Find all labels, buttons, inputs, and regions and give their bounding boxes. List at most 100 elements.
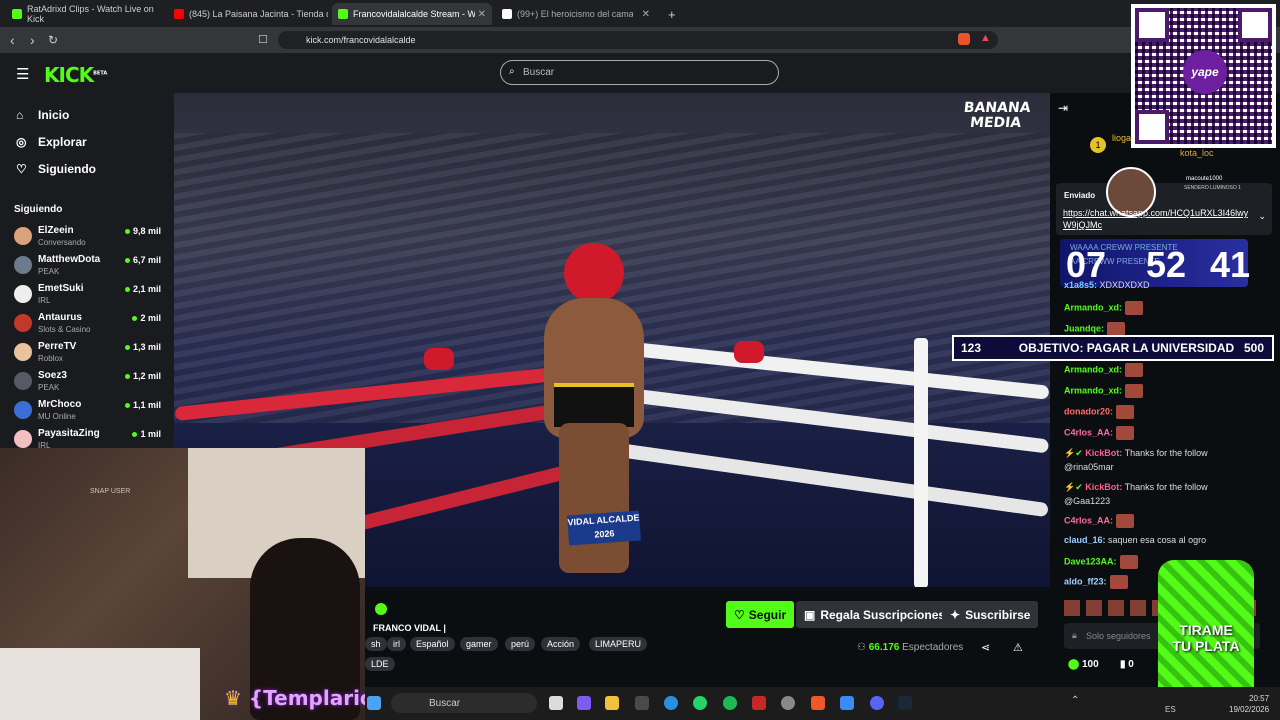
close-tab-icon[interactable]: ✕ [478, 9, 486, 20]
channel-item[interactable]: PerreTV Roblox 1,3 mil [14, 339, 164, 367]
chat-message[interactable]: Juandqe: [1064, 322, 1126, 336]
star-icon: ✦ [950, 607, 961, 622]
nav-inicio[interactable]: ⌂ Inicio [16, 108, 69, 122]
chevron-down-icon[interactable]: ⌄ [1258, 211, 1266, 222]
close-tab-icon[interactable]: ✕ [642, 9, 650, 20]
channel-item[interactable]: MatthewDota PEAK 6,7 mil [14, 252, 164, 280]
channel-item[interactable]: ElZeein Conversando 9,8 mil [14, 223, 164, 251]
windows-start-icon[interactable] [367, 696, 381, 710]
tag-chip[interactable]: perú [505, 637, 536, 651]
report-icon[interactable]: ⚠ [1013, 641, 1023, 654]
url-field[interactable]: kick.com/francovidalalcalde [278, 31, 998, 49]
pinned-link[interactable]: https://chat.whatsapp.com/HCQ1uRXL3I46lw… [1063, 207, 1249, 231]
pinned-message[interactable]: Enviado macoute1000 SENDERO LUMINOSO 1 h… [1056, 167, 1272, 235]
brave-shield-icon[interactable] [958, 33, 970, 45]
tag-chip[interactable]: sh [365, 637, 387, 651]
channel-points[interactable]: ⬤ 100 [1068, 659, 1099, 670]
clock[interactable]: 20:57 19/02/2026 [1229, 693, 1269, 715]
bookmark-icon[interactable]: ☐ [258, 33, 268, 46]
chat-message[interactable]: Armando_xd: [1064, 384, 1144, 398]
taskbar-search[interactable]: Buscar [391, 693, 537, 713]
browser-tab[interactable]: RatAdrixd Clips - Watch Live on Kick [6, 3, 166, 25]
search-placeholder: Buscar [523, 67, 555, 78]
nav-siguiendo[interactable]: ♡ Siguiendo [16, 162, 96, 176]
spotify-icon[interactable] [723, 696, 737, 710]
notepad-icon[interactable] [840, 696, 854, 710]
discord-icon[interactable] [870, 696, 884, 710]
edge-icon[interactable] [664, 696, 678, 710]
chat-message[interactable]: Armando_xd: [1064, 363, 1144, 377]
channel-category: IRL [38, 296, 51, 305]
compass-icon: ◎ [16, 135, 27, 149]
browser-tab[interactable]: (99+) El heroicismo del camarógr ✕ [496, 3, 656, 25]
chat-user: Armando_xd: [1064, 385, 1123, 396]
tag-chip[interactable]: gamer [460, 637, 498, 651]
yape-logo: yape [1183, 50, 1227, 94]
tag-chip[interactable]: irl [387, 637, 406, 651]
forward-icon[interactable]: › [30, 32, 35, 48]
channel-item[interactable]: MrChoco MU Online 1,1 mil [14, 397, 164, 425]
chat-message[interactable]: Armando_xd: [1064, 301, 1144, 315]
stream-info: FRANCO VIDAL | ♡ Seguir ▣ Regala Suscripci… [365, 587, 1050, 687]
top-gifter: kota_loc [1180, 148, 1214, 158]
chat-message[interactable]: x1a8s5: XDXDXDXD [1064, 280, 1150, 290]
tag-chip[interactable]: LIMAPERU [589, 637, 648, 651]
copilot-icon[interactable] [577, 696, 591, 710]
search-input[interactable]: ⌕ Buscar [500, 60, 779, 85]
verified-icon [375, 603, 387, 615]
browser-tab-bar: RatAdrixd Clips - Watch Live on Kick (84… [0, 0, 1280, 27]
app-icon[interactable] [752, 696, 766, 710]
kicks-balance[interactable]: ▮ 0 [1120, 659, 1134, 670]
kick-logo[interactable]: KICKBETA [44, 63, 107, 87]
avatar [14, 314, 32, 332]
chat-message[interactable]: aldo_ff23: [1064, 575, 1128, 589]
tag-chip[interactable]: Acción [541, 637, 581, 651]
channel-item[interactable]: Antaurus Slots & Casino 2 mil [14, 310, 164, 338]
tag-chip[interactable]: LDE [365, 657, 395, 671]
channel-name: MrChoco [38, 399, 82, 410]
gift-subs-button[interactable]: ▣ Regala Suscripciones [796, 601, 954, 628]
collapse-chat-icon[interactable]: ⇥ [1058, 101, 1068, 115]
emote-icon [1119, 555, 1138, 569]
task-view-icon[interactable] [549, 696, 563, 710]
rewards-icon[interactable]: ▲ [980, 32, 991, 44]
watermark-line: BANANA [963, 100, 1032, 116]
new-tab-button[interactable]: + [662, 3, 678, 25]
brave-icon[interactable] [811, 696, 825, 710]
nav-label: Inicio [38, 108, 70, 122]
whatsapp-icon[interactable] [693, 696, 707, 710]
browser-tab[interactable]: (845) La Paisana Jacinta - Tienda de l [168, 3, 328, 25]
menu-icon[interactable]: ☰ [16, 65, 29, 83]
chat-message[interactable]: C4rlos_AA: [1064, 514, 1135, 528]
chat-message[interactable]: ⚡✔ KickBot: Thanks for the follow @rina0… [1064, 446, 1208, 474]
chat-message[interactable]: Dave123AA: [1064, 555, 1138, 569]
share-icon[interactable]: ⋖ [981, 641, 990, 654]
browser-tab-active[interactable]: Francovidalalcalde Stream - W ✕ [332, 3, 492, 25]
chat-message[interactable]: C4rlos_AA: [1064, 426, 1135, 440]
chat-user: x1a8s5: [1064, 280, 1098, 290]
bot-badge-icon: ⚡ [1064, 482, 1076, 492]
chat-message[interactable]: ⚡✔ KickBot: Thanks for the follow @Gaa12… [1064, 480, 1208, 508]
nav-explorar[interactable]: ◎ Explorar [16, 135, 87, 149]
chat-text: Thanks for the follow [1124, 448, 1208, 458]
follow-button[interactable]: ♡ Seguir [726, 601, 795, 628]
fighter-legs [559, 423, 629, 573]
tiktok-favicon-icon [502, 9, 512, 19]
back-icon[interactable]: ‹ [10, 32, 15, 48]
chat-user: C4rlos_AA: [1064, 427, 1114, 438]
reload-icon[interactable]: ↻ [48, 33, 58, 47]
qr-corner [1135, 8, 1169, 42]
tag-chip[interactable]: Español [410, 637, 455, 651]
channel-item[interactable]: EmetSuki IRL 2,1 mil [14, 281, 164, 309]
language-indicator[interactable]: ES [1165, 705, 1176, 714]
steam-icon[interactable] [898, 696, 912, 710]
store-icon[interactable] [635, 696, 649, 710]
channel-name: PerreTV [38, 341, 77, 352]
chat-message[interactable]: donador20: [1064, 405, 1135, 419]
chat-message[interactable]: claud_16: saquen esa cosa al ogro [1064, 535, 1206, 545]
file-explorer-icon[interactable] [605, 696, 619, 710]
channel-item[interactable]: Soez3 PEAK 1,2 mil [14, 368, 164, 396]
subscribe-button[interactable]: ✦ Suscribirse [942, 601, 1039, 628]
chevron-up-icon[interactable]: ⌃ [1071, 695, 1079, 706]
obs-icon[interactable] [781, 696, 795, 710]
